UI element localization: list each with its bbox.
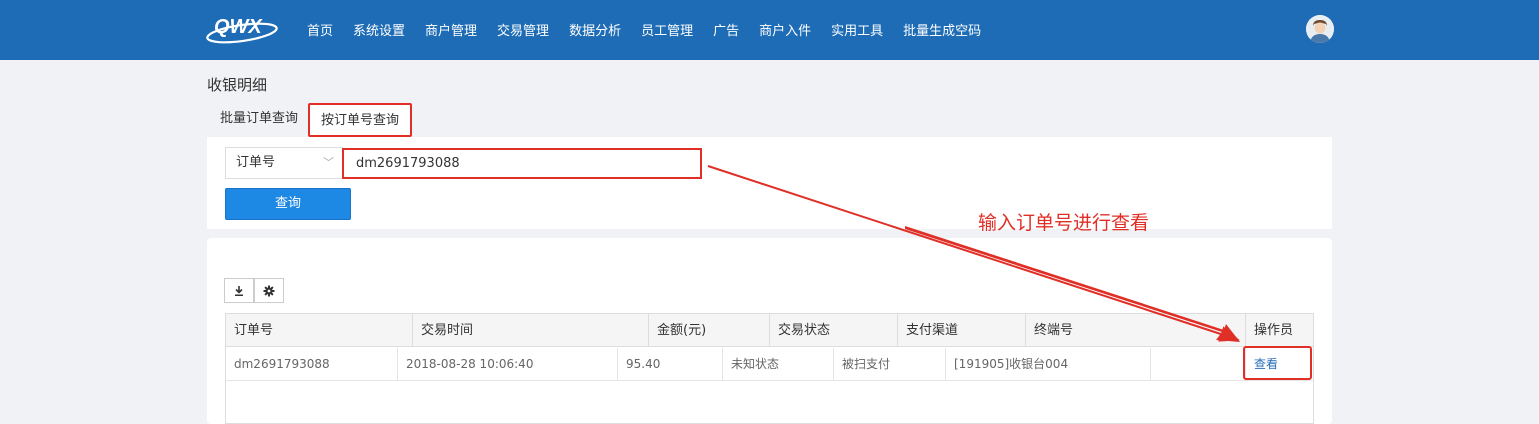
column-header-amount: 金额(元) [649, 314, 770, 347]
svg-text:QWX: QWX [214, 16, 263, 38]
table-header: 订单号 交易时间 金额(元) 交易状态 支付渠道 终端号 操作员 [226, 314, 1313, 347]
column-header-channel: 支付渠道 [898, 314, 1026, 347]
nav-staff-management[interactable]: 员工管理 [631, 20, 703, 39]
search-type-select[interactable]: 订单号 ﹀ [225, 147, 343, 179]
download-icon [235, 285, 243, 296]
tab-order-number-query[interactable]: 按订单号查询 [308, 103, 412, 137]
page-title: 收银明细 [207, 76, 268, 94]
export-button[interactable] [224, 278, 254, 303]
results-panel: 订单号 交易时间 金额(元) 交易状态 支付渠道 终端号 操作员 dm26917… [207, 238, 1332, 424]
column-header-order-no: 订单号 [226, 314, 413, 347]
nav-home[interactable]: 首页 [297, 20, 343, 39]
nav-system-settings[interactable]: 系统设置 [343, 20, 415, 39]
view-highlight-box [1243, 346, 1312, 380]
top-navbar: QWX 首页 系统设置 商户管理 交易管理 数据分析 员工管理 广告 商户入件 … [0, 0, 1539, 60]
transactions-table: 订单号 交易时间 金额(元) 交易状态 支付渠道 终端号 操作员 dm26917… [225, 313, 1314, 424]
nav-data-analysis[interactable]: 数据分析 [559, 20, 631, 39]
user-avatar[interactable] [1306, 15, 1334, 43]
nav-batch-empty-codes[interactable]: 批量生成空码 [893, 20, 991, 39]
column-header-time: 交易时间 [413, 314, 649, 347]
qwx-logo[interactable]: QWX [206, 13, 282, 45]
cell-terminal: [191905]收银台004 [946, 348, 1151, 381]
cell-order-no: dm2691793088 [226, 348, 398, 381]
order-number-input[interactable]: dm2691793088 [342, 148, 702, 179]
cell-status: 未知状态 [723, 348, 834, 381]
main-nav: 首页 系统设置 商户管理 交易管理 数据分析 员工管理 广告 商户入件 实用工具… [297, 0, 991, 58]
table-row: dm2691793088 2018-08-28 10:06:40 95.40 未… [226, 348, 1313, 381]
column-header-operator: 操作员 [1254, 323, 1294, 338]
nav-merchant-management[interactable]: 商户管理 [415, 20, 487, 39]
tab-batch-order-query[interactable]: 批量订单查询 [208, 103, 310, 137]
column-settings-button[interactable] [254, 278, 284, 303]
cell-channel: 被扫支付 [834, 348, 946, 381]
column-header-terminal: 终端号 [1026, 314, 1246, 347]
search-type-value: 订单号 [236, 155, 276, 170]
cell-time: 2018-08-28 10:06:40 [398, 348, 618, 381]
gear-icon [263, 285, 275, 296]
nav-merchant-onboarding[interactable]: 商户入件 [749, 20, 821, 39]
column-header-status: 交易状态 [770, 314, 898, 347]
nav-transaction-management[interactable]: 交易管理 [487, 20, 559, 39]
annotation-text: 输入订单号进行查看 [978, 212, 1150, 234]
nav-ads[interactable]: 广告 [703, 20, 749, 39]
search-panel: 订单号 ﹀ dm2691793088 查询 [207, 137, 1332, 229]
cell-amount: 95.40 [618, 348, 723, 381]
nav-tools[interactable]: 实用工具 [821, 20, 893, 39]
cell-operator [1151, 348, 1246, 381]
avatar-icon [1306, 15, 1334, 43]
query-button[interactable]: 查询 [225, 188, 351, 220]
chevron-down-icon: ﹀ [323, 156, 334, 169]
